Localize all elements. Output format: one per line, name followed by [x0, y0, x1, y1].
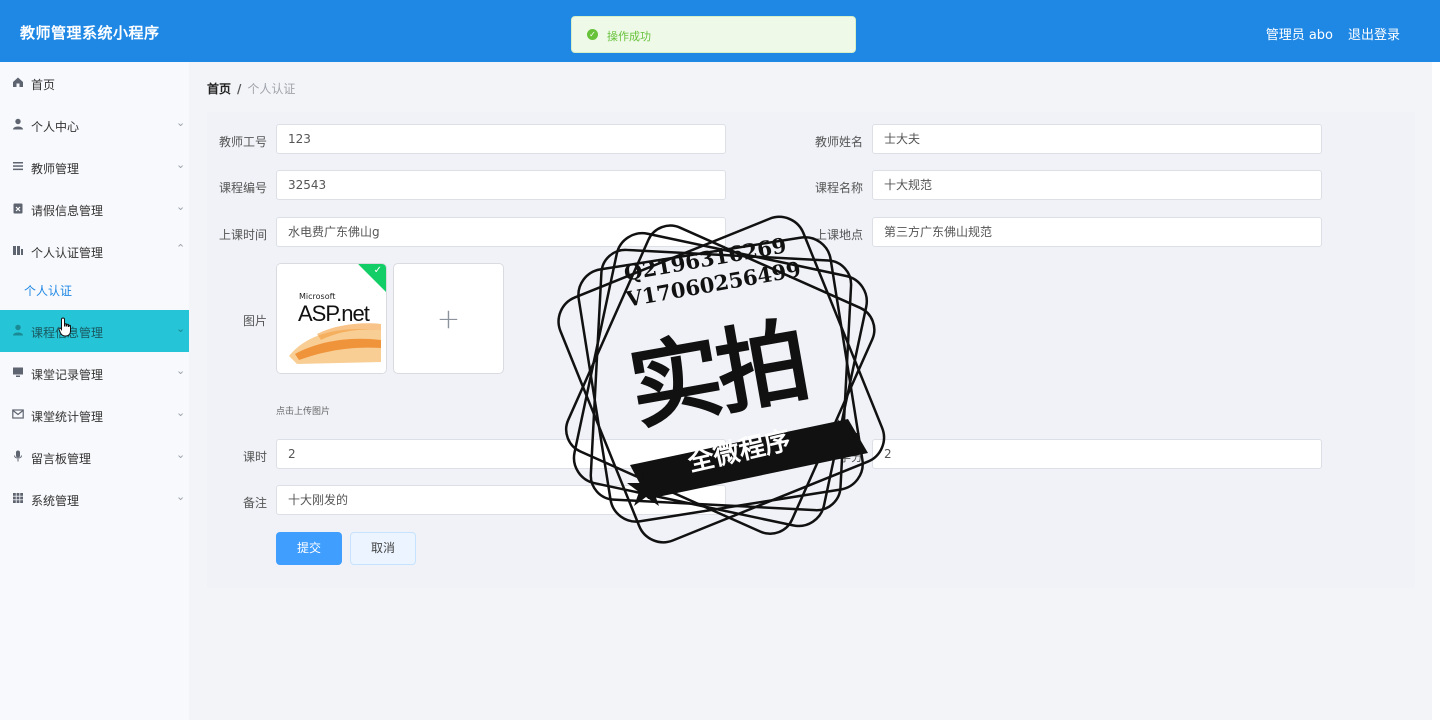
sidebar-item-label: 教师管理 — [31, 162, 80, 176]
check-circle-icon: ✓ — [587, 29, 598, 40]
cancel-button[interactable]: 取消 — [350, 532, 416, 565]
chevron-down-icon: ⌄ — [176, 158, 186, 171]
remark-label: 备注 — [242, 496, 267, 510]
mic-icon — [12, 450, 24, 462]
chevron-down-icon: ⌄ — [176, 116, 186, 129]
chevron-up-icon: ⌃ — [176, 242, 186, 255]
preview-brand-small: Microsoft — [299, 292, 336, 301]
sidebar-item-class-record[interactable]: 课堂记录管理 ⌄ — [0, 352, 189, 394]
sidebar-item-label: 课堂记录管理 — [31, 368, 104, 382]
user-icon — [12, 324, 24, 336]
upload-hint: 点击上传图片 — [276, 407, 331, 417]
check-icon: ✓ — [373, 265, 382, 276]
sidebar-item-personal-center[interactable]: 个人中心 ⌄ — [0, 104, 189, 146]
success-toast: ✓ 操作成功 — [571, 16, 856, 53]
sidebar-item-label: 请假信息管理 — [31, 204, 104, 218]
chevron-down-icon: ⌄ — [176, 322, 186, 335]
chevron-down-icon: ⌄ — [176, 490, 186, 503]
credit-input[interactable]: 2 — [872, 439, 1322, 469]
uploaded-image-thumbnail[interactable]: Microsoft ASP.net ✓ — [276, 263, 387, 374]
teacher-id-input[interactable]: 123 — [276, 124, 726, 154]
page-edge-strip — [1432, 62, 1440, 720]
breadcrumb: 首页 / 个人认证 — [207, 80, 295, 97]
sidebar-item-message-board[interactable]: 留言板管理 ⌄ — [0, 436, 189, 478]
teacher-name-input[interactable]: 士大夫 — [872, 124, 1322, 154]
chevron-down-icon: ⌄ — [176, 364, 186, 377]
sidebar-item-leave-management[interactable]: 请假信息管理 ⌄ — [0, 188, 189, 230]
sidebar-item-course-management[interactable]: 课程信息管理 ⌄ — [0, 310, 189, 352]
chart-icon — [12, 244, 24, 256]
preview-brand: ASP.net — [298, 301, 370, 326]
course-id-label: 课程编号 — [218, 181, 267, 195]
sidebar-item-label: 留言板管理 — [31, 452, 92, 466]
class-time-label: 上课时间 — [218, 228, 267, 242]
sidebar-item-system-management[interactable]: 系统管理 ⌄ — [0, 478, 189, 520]
class-place-input[interactable]: 第三方广东佛山规范 — [872, 217, 1322, 247]
sidebar-item-label: 个人认证管理 — [31, 246, 104, 260]
user-icon — [12, 118, 24, 130]
chevron-down-icon: ⌄ — [176, 200, 186, 213]
breadcrumb-home[interactable]: 首页 — [207, 82, 231, 96]
grid-icon — [12, 492, 24, 504]
sidebar-item-class-statistics[interactable]: 课堂统计管理 ⌄ — [0, 394, 189, 436]
submit-button[interactable]: 提交 — [276, 532, 342, 565]
home-icon — [12, 76, 24, 88]
clipboard-icon — [12, 202, 24, 214]
sidebar-item-label: 首页 — [31, 78, 56, 92]
hours-label: 课时 — [242, 450, 267, 464]
sidebar-subitem-label: 个人认证 — [24, 284, 73, 298]
sidebar-subitem-certification[interactable]: 个人认证 — [0, 270, 189, 310]
hand-pointer-cursor-icon — [58, 317, 74, 342]
image-label: 图片 — [242, 314, 267, 328]
course-name-label: 课程名称 — [814, 181, 863, 195]
upload-image-button[interactable]: + — [393, 263, 504, 374]
sidebar-item-home[interactable]: 首页 — [0, 62, 189, 104]
chevron-down-icon: ⌄ — [176, 448, 186, 461]
breadcrumb-current: 个人认证 — [247, 82, 296, 96]
mail-icon — [12, 408, 24, 420]
course-name-input[interactable]: 十大规范 — [872, 170, 1322, 200]
sidebar-item-label: 课堂统计管理 — [31, 410, 104, 424]
logout-link[interactable]: 退出登录 — [1348, 24, 1400, 43]
course-id-input[interactable]: 32543 — [276, 170, 726, 200]
current-user: 管理员 abo — [1265, 28, 1333, 43]
sidebar-item-label: 系统管理 — [31, 494, 80, 508]
toast-message: 操作成功 — [607, 30, 651, 43]
watermark-stamp: Q2196316269 V17060256499 实拍 全微程序 — [548, 207, 893, 552]
chevron-down-icon: ⌄ — [176, 406, 186, 419]
monitor-icon — [12, 366, 24, 378]
list-icon — [12, 160, 24, 172]
plus-icon: + — [436, 302, 461, 335]
teacher-name-label: 教师姓名 — [814, 135, 863, 149]
breadcrumb-separator: / — [237, 82, 242, 96]
teacher-id-label: 教师工号 — [218, 135, 267, 149]
sidebar-item-certification-management[interactable]: 个人认证管理 ⌃ — [0, 230, 189, 272]
sidebar-item-teacher-management[interactable]: 教师管理 ⌄ — [0, 146, 189, 188]
sidebar: 首页 个人中心 ⌄ 教师管理 ⌄ 请假信息管理 ⌄ 个人认证管理 ⌃ 个人认证 — [0, 62, 189, 720]
sidebar-item-label: 个人中心 — [31, 120, 80, 134]
app-title: 教师管理系统小程序 — [20, 24, 160, 42]
